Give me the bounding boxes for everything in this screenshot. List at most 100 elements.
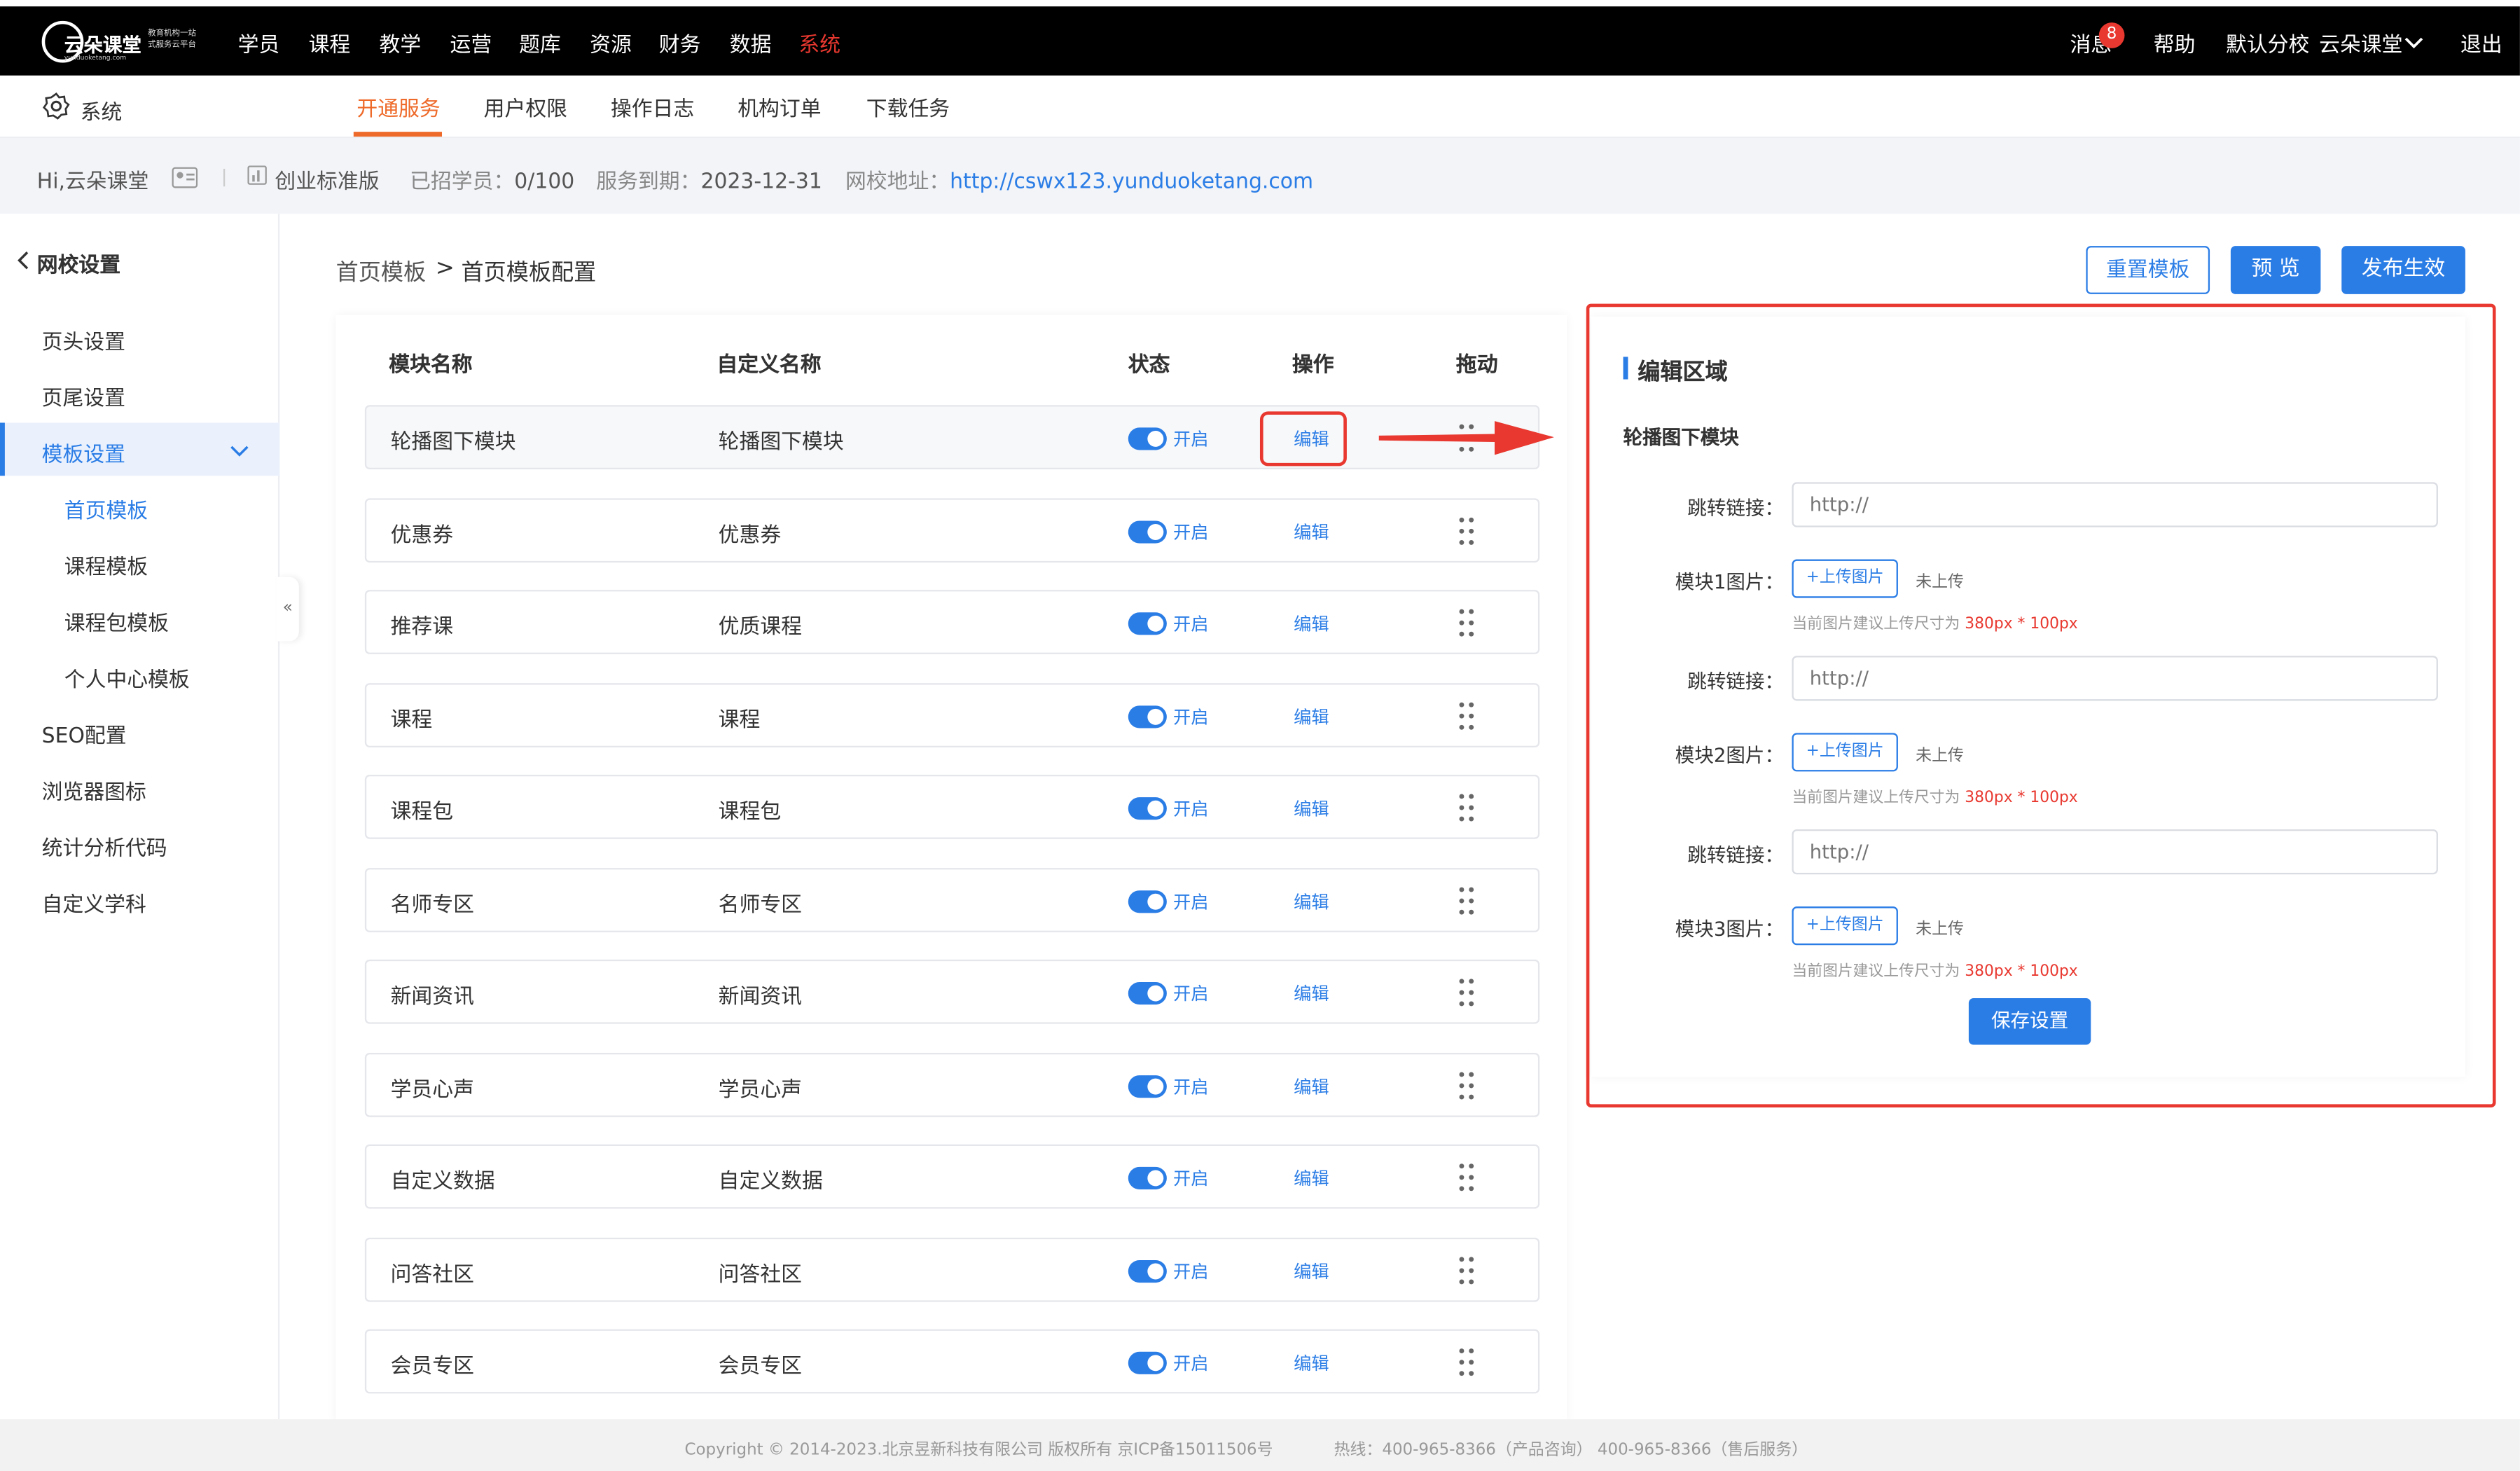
drag-handle-icon[interactable]	[1459, 886, 1475, 915]
sidebar-back-title[interactable]: 网校设置	[37, 247, 120, 278]
upload-image-button-2[interactable]: +上传图片	[1792, 733, 1898, 772]
school-url-link[interactable]: http://cswx123.yunduoketang.com	[950, 170, 1313, 194]
sidebar-item-course-template[interactable]: 课程模板	[64, 550, 148, 580]
status-toggle[interactable]	[1128, 1259, 1167, 1282]
nav-item-data[interactable]: 数据	[730, 27, 772, 57]
nav-item-courses[interactable]: 课程	[309, 27, 351, 57]
nav-item-question-bank[interactable]: 题库	[519, 27, 561, 57]
reset-template-button[interactable]: 重置模板	[2086, 246, 2210, 294]
status-toggle[interactable]	[1128, 890, 1167, 913]
tab-org-orders[interactable]: 机构订单	[738, 92, 821, 122]
drag-handle-icon[interactable]	[1459, 516, 1475, 546]
help-link[interactable]: 帮助	[2154, 27, 2196, 57]
footer: Copyright © 2014-2023.北京昱新科技有限公司 版权所有 京I…	[0, 1419, 2520, 1471]
save-settings-button[interactable]: 保存设置	[1968, 997, 2091, 1045]
sidebar-item-header-settings[interactable]: 页头设置	[42, 325, 125, 355]
publish-button[interactable]: 发布生效	[2341, 246, 2465, 294]
tab-operation-log[interactable]: 操作日志	[611, 92, 694, 122]
sidebar-item-personal-center-template[interactable]: 个人中心模板	[64, 662, 190, 693]
table-row: 课程包 课程包 开启 编辑	[364, 774, 1540, 839]
nav-item-operations[interactable]: 运营	[450, 27, 492, 57]
sidebar-item-custom-subject[interactable]: 自定义学科	[42, 888, 146, 918]
link-input-3[interactable]	[1792, 829, 2438, 875]
table-row: 会员专区 会员专区 开启 编辑	[364, 1329, 1540, 1394]
link-input-2[interactable]	[1792, 656, 2438, 701]
status-label: 开启	[1173, 1076, 1209, 1098]
logo-url: yunduoketang.com	[64, 53, 127, 62]
user-menu[interactable]: 云朵课堂	[2319, 27, 2402, 57]
sidebar-collapse-button[interactable]: «	[276, 576, 299, 642]
status-label: 开启	[1173, 1168, 1209, 1190]
column-header-drag: 拖动	[1455, 353, 1498, 378]
drag-handle-icon[interactable]	[1459, 1071, 1475, 1100]
status-toggle[interactable]	[1128, 797, 1167, 820]
sidebar-item-package-template[interactable]: 课程包模板	[64, 606, 169, 636]
chevron-left-icon[interactable]	[16, 251, 29, 270]
tab-user-permissions[interactable]: 用户权限	[484, 92, 567, 122]
nav-item-students[interactable]: 学员	[238, 27, 280, 57]
column-header-status: 状态	[1128, 353, 1170, 378]
drag-handle-icon[interactable]	[1459, 1256, 1475, 1285]
edit-link[interactable]: 编辑	[1294, 703, 1329, 729]
branch-selector[interactable]: 默认分校	[2226, 27, 2309, 57]
drag-handle-icon[interactable]	[1459, 1348, 1475, 1377]
nav-item-finance[interactable]: 财务	[659, 27, 701, 57]
sidebar-item-seo[interactable]: SEO配置	[42, 719, 127, 749]
drag-handle-icon[interactable]	[1459, 609, 1475, 638]
status-toggle[interactable]	[1128, 705, 1167, 728]
table-row: 新闻资讯 新闻资讯 开启 编辑	[364, 959, 1540, 1024]
tab-open-service[interactable]: 开通服务	[356, 92, 440, 122]
status-toggle[interactable]	[1128, 1351, 1167, 1374]
edit-link[interactable]: 编辑	[1294, 1073, 1329, 1099]
title-accent-bar	[1623, 357, 1628, 380]
id-card-icon[interactable]	[172, 167, 198, 188]
edit-link[interactable]: 编辑	[1294, 1258, 1329, 1284]
sidebar-item-home-template[interactable]: 首页模板	[64, 493, 148, 524]
drag-handle-icon[interactable]	[1459, 701, 1475, 731]
status-toggle[interactable]	[1128, 1166, 1167, 1190]
drag-handle-icon[interactable]	[1459, 979, 1475, 1007]
preview-button[interactable]: 预 览	[2230, 246, 2321, 294]
edit-panel-title: 编辑区域	[1638, 359, 1728, 386]
sidebar-item-favicon[interactable]: 浏览器图标	[42, 775, 146, 805]
status-label: 开启	[1173, 891, 1209, 913]
custom-name: 优惠券	[718, 523, 782, 548]
tab-download-tasks[interactable]: 下载任务	[866, 92, 950, 122]
status-toggle[interactable]	[1128, 520, 1167, 543]
drag-handle-icon[interactable]	[1459, 794, 1475, 823]
module-name: 问答社区	[390, 1262, 474, 1287]
logout-link[interactable]: 退出	[2460, 27, 2502, 57]
chevron-down-icon[interactable]	[230, 446, 249, 458]
status-toggle[interactable]	[1128, 427, 1167, 450]
table-row: 课程 课程 开启 编辑	[364, 682, 1540, 747]
edit-link[interactable]: 编辑	[1294, 518, 1329, 544]
edition-label: 创业标准版	[275, 170, 380, 195]
upload-image-button-3[interactable]: +上传图片	[1792, 906, 1898, 946]
nav-item-resources[interactable]: 资源	[590, 27, 632, 57]
sidebar-item-footer-settings[interactable]: 页尾设置	[42, 381, 125, 411]
status-label: 开启	[1173, 429, 1209, 450]
module-name: 课程包	[390, 800, 454, 825]
status-toggle[interactable]	[1128, 612, 1167, 635]
sidebar-item-template-settings[interactable]: 模板设置	[42, 437, 125, 467]
chevron-down-icon[interactable]	[2404, 37, 2424, 50]
table-row: 推荐课 优质课程 开启 编辑	[364, 590, 1540, 654]
status-toggle[interactable]	[1128, 1074, 1167, 1098]
nav-item-teaching[interactable]: 教学	[380, 27, 422, 57]
nav-item-system[interactable]: 系统	[798, 27, 840, 57]
breadcrumb-parent[interactable]: 首页模板	[336, 256, 426, 288]
edit-link[interactable]: 编辑	[1294, 888, 1329, 914]
upload-image-button-1[interactable]: +上传图片	[1792, 559, 1898, 598]
column-header-custom-name: 自定义名称	[716, 353, 822, 378]
school-info-bar: Hi,云朵课堂 创业标准版 已招学员：0/100 服务到期：2023-12-31…	[0, 138, 2520, 214]
edit-link[interactable]: 编辑	[1294, 1166, 1329, 1192]
logo[interactable]: 云朵课堂 yunduoketang.com 教育机构一站 式服务云平台	[41, 20, 202, 63]
edit-link[interactable]: 编辑	[1294, 981, 1329, 1007]
edit-link[interactable]: 编辑	[1294, 611, 1329, 637]
link-input-1[interactable]	[1792, 482, 2438, 527]
edit-link[interactable]: 编辑	[1294, 796, 1329, 822]
drag-handle-icon[interactable]	[1459, 1163, 1475, 1192]
edit-link[interactable]: 编辑	[1294, 1350, 1329, 1376]
status-toggle[interactable]	[1128, 982, 1167, 1005]
sidebar-item-analytics-code[interactable]: 统计分析代码	[42, 831, 167, 861]
